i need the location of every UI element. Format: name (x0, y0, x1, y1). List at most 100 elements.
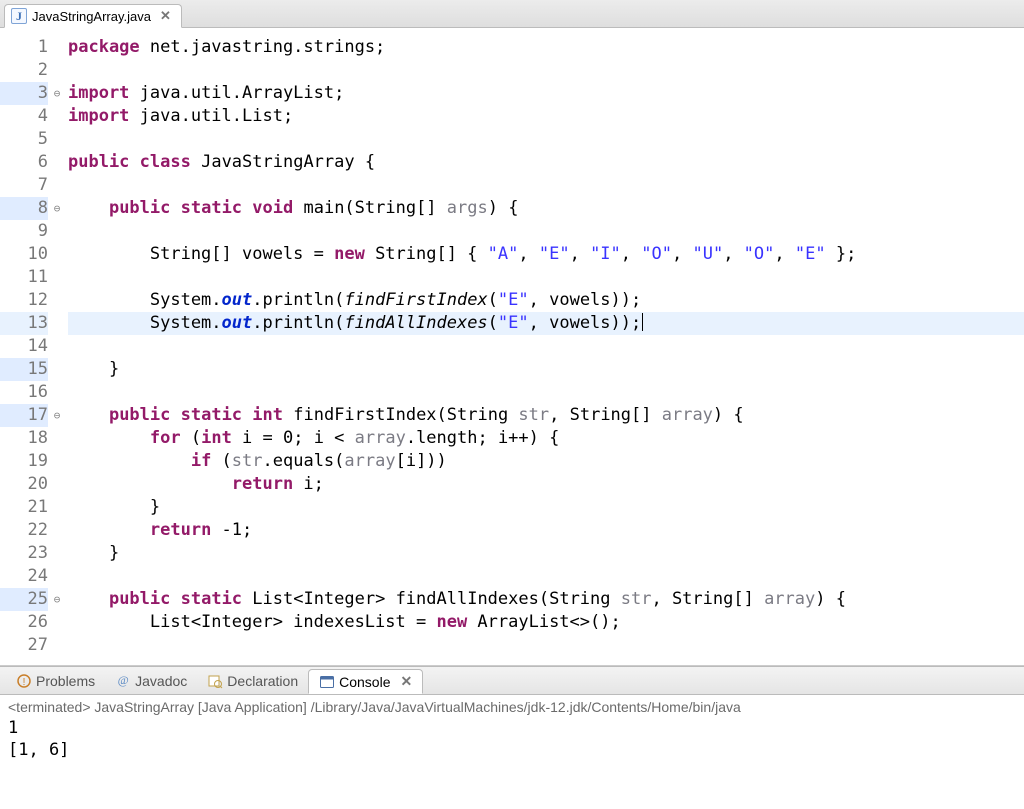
fold-spacer (50, 220, 64, 243)
line-number: 17 (0, 404, 48, 427)
code-line[interactable] (68, 565, 1024, 588)
line-number: 22 (0, 519, 48, 542)
code-line[interactable]: } (68, 358, 1024, 381)
editor-tab-active[interactable]: J JavaStringArray.java ✕ (4, 4, 182, 28)
code-line[interactable] (68, 59, 1024, 82)
code-line[interactable]: for (int i = 0; i < array.length; i++) { (68, 427, 1024, 450)
fold-spacer (50, 542, 64, 565)
line-number: 11 (0, 266, 48, 289)
line-number: 10 (0, 243, 48, 266)
code-line[interactable]: package net.javastring.strings; (68, 36, 1024, 59)
line-number: 13 (0, 312, 48, 335)
view-tab-javadoc[interactable]: @ Javadoc (105, 670, 197, 692)
console-output-line: 1 (8, 717, 1016, 739)
line-number: 26 (0, 611, 48, 634)
code-line[interactable]: import java.util.List; (68, 105, 1024, 128)
fold-spacer (50, 427, 64, 450)
console-icon (319, 674, 335, 690)
fold-toggle-icon[interactable]: ⊖ (50, 197, 64, 220)
svg-text:!: ! (23, 677, 26, 688)
source-code[interactable]: package net.javastring.strings; import j… (64, 28, 1024, 665)
view-tab-label: Javadoc (135, 673, 187, 689)
fold-spacer (50, 496, 64, 519)
fold-toggle-icon[interactable]: ⊖ (50, 82, 64, 105)
javadoc-icon: @ (115, 673, 131, 689)
code-line[interactable] (68, 266, 1024, 289)
fold-spacer (50, 312, 64, 335)
fold-spacer (50, 450, 64, 473)
console-output-line: [1, 6] (8, 739, 1016, 761)
code-line[interactable] (68, 220, 1024, 243)
fold-spacer (50, 473, 64, 496)
fold-spacer (50, 36, 64, 59)
code-line[interactable]: if (str.equals(array[i])) (68, 450, 1024, 473)
fold-spacer (50, 266, 64, 289)
line-number: 25 (0, 588, 48, 611)
fold-toggle-icon[interactable]: ⊖ (50, 404, 64, 427)
line-number: 12 (0, 289, 48, 312)
view-tab-declaration[interactable]: Declaration (197, 670, 308, 692)
fold-spacer (50, 59, 64, 82)
view-tab-problems[interactable]: ! Problems (6, 670, 105, 692)
fold-spacer (50, 174, 64, 197)
fold-spacer (50, 335, 64, 358)
fold-spacer (50, 128, 64, 151)
views-tab-bar: ! Problems @ Javadoc Declaration Console… (0, 667, 1024, 695)
code-line[interactable]: } (68, 496, 1024, 519)
code-line[interactable]: List<Integer> indexesList = new ArrayLis… (68, 611, 1024, 634)
line-number: 1 (0, 36, 48, 59)
console-status: <terminated> JavaStringArray [Java Appli… (8, 699, 1016, 715)
line-number: 18 (0, 427, 48, 450)
line-number: 20 (0, 473, 48, 496)
fold-spacer (50, 358, 64, 381)
code-line[interactable] (68, 381, 1024, 404)
code-line[interactable] (68, 128, 1024, 151)
code-line[interactable]: System.out.println(findFirstIndex("E", v… (68, 289, 1024, 312)
line-number: 9 (0, 220, 48, 243)
code-line[interactable]: public static List<Integer> findAllIndex… (68, 588, 1024, 611)
view-tab-label: Declaration (227, 673, 298, 689)
code-line[interactable]: String[] vowels = new String[] { "A", "E… (68, 243, 1024, 266)
line-number: 5 (0, 128, 48, 151)
line-number-gutter: 1234567891011121314151617181920212223242… (0, 28, 50, 665)
code-line[interactable]: public static int findFirstIndex(String … (68, 404, 1024, 427)
line-number: 19 (0, 450, 48, 473)
line-number: 24 (0, 565, 48, 588)
view-tab-label: Console (339, 674, 390, 690)
line-number: 14 (0, 335, 48, 358)
view-tab-label: Problems (36, 673, 95, 689)
fold-spacer (50, 289, 64, 312)
console-body[interactable]: <terminated> JavaStringArray [Java Appli… (0, 695, 1024, 809)
line-number: 6 (0, 151, 48, 174)
line-number: 15 (0, 358, 48, 381)
fold-spacer (50, 519, 64, 542)
code-line[interactable] (68, 174, 1024, 197)
code-line[interactable]: System.out.println(findAllIndexes("E", v… (68, 312, 1024, 335)
fold-spacer (50, 611, 64, 634)
fold-gutter[interactable]: ⊖ ⊖ ⊖ ⊖ (50, 28, 64, 665)
line-number: 2 (0, 59, 48, 82)
code-line[interactable]: public class JavaStringArray { (68, 151, 1024, 174)
code-line[interactable] (68, 634, 1024, 657)
code-area[interactable]: 1234567891011121314151617181920212223242… (0, 28, 1024, 665)
fold-spacer (50, 243, 64, 266)
fold-spacer (50, 565, 64, 588)
declaration-icon (207, 673, 223, 689)
code-line[interactable]: return i; (68, 473, 1024, 496)
fold-toggle-icon[interactable]: ⊖ (50, 588, 64, 611)
code-line[interactable]: return -1; (68, 519, 1024, 542)
fold-spacer (50, 105, 64, 128)
java-file-icon: J (11, 8, 27, 24)
close-tab-icon[interactable]: ✕ (160, 8, 171, 24)
close-view-icon[interactable]: ✕ (401, 673, 413, 690)
code-line[interactable]: public static void main(String[] args) { (68, 197, 1024, 220)
line-number: 4 (0, 105, 48, 128)
view-tab-console[interactable]: Console ✕ (308, 669, 423, 694)
bottom-panel: ! Problems @ Javadoc Declaration Console… (0, 666, 1024, 809)
code-line[interactable]: } (68, 542, 1024, 565)
line-number: 27 (0, 634, 48, 657)
code-line[interactable]: import java.util.ArrayList; (68, 82, 1024, 105)
code-line[interactable] (68, 335, 1024, 358)
editor-area: J JavaStringArray.java ✕ 123456789101112… (0, 0, 1024, 666)
editor-tab-label: JavaStringArray.java (32, 9, 151, 24)
